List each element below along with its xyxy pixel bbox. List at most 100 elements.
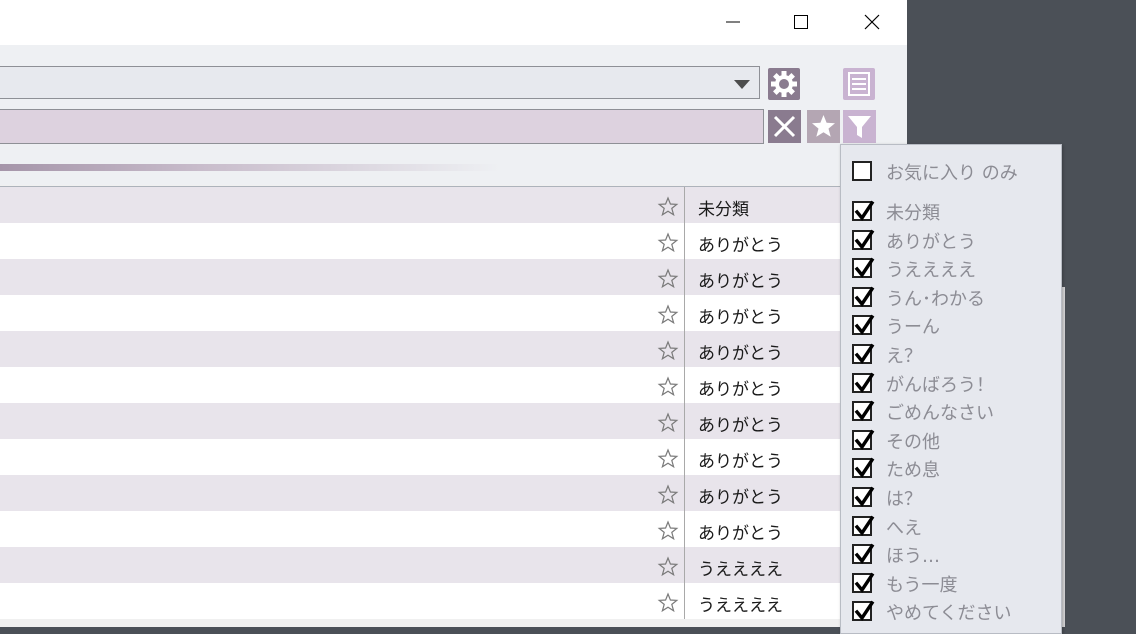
table-row[interactable]: ありがとう — [0, 439, 907, 475]
star-outline-icon[interactable] — [657, 376, 679, 398]
star-outline-icon[interactable] — [657, 556, 679, 578]
menu-button[interactable] — [843, 68, 875, 100]
row-category: ありがとう — [698, 416, 783, 436]
favorite-filter-button[interactable] — [807, 110, 840, 143]
star-outline-icon[interactable] — [657, 268, 679, 290]
checkmark-icon — [854, 200, 875, 221]
checkbox[interactable] — [852, 257, 875, 279]
filter-item-label: うーん — [886, 317, 940, 339]
filter-item-category[interactable]: ありがとう — [852, 228, 1057, 254]
column-divider — [684, 403, 685, 439]
column-divider — [684, 475, 685, 511]
table-row[interactable]: ありがとう — [0, 259, 907, 295]
star-icon — [812, 115, 835, 137]
filter-item-category[interactable]: がんばろう！ — [852, 371, 1057, 397]
star-outline-icon[interactable] — [657, 340, 679, 362]
filter-item-category[interactable]: もう一度 — [852, 571, 1057, 597]
table-row[interactable]: ありがとう — [0, 511, 907, 547]
clear-icon — [773, 115, 796, 138]
category-combo[interactable] — [0, 66, 760, 99]
star-outline-icon[interactable] — [657, 232, 679, 254]
checkmark-icon — [854, 400, 875, 422]
phrase-list[interactable]: 未分類 ありがとう ありがとう ありがとう ありがとう ありがとう ありがとう ありがとう あり… — [0, 187, 907, 619]
gear-icon — [771, 71, 797, 97]
checkbox[interactable] — [852, 315, 875, 336]
star-outline-icon[interactable] — [657, 520, 679, 542]
filter-button[interactable] — [843, 110, 876, 143]
checkbox[interactable] — [852, 601, 875, 622]
filter-item-category[interactable]: うええええ — [852, 256, 1057, 282]
checkbox[interactable] — [852, 515, 875, 536]
table-row[interactable]: うええええ — [0, 583, 907, 619]
filter-item-label: 未分類 — [886, 203, 940, 224]
close-icon — [864, 14, 880, 30]
favorites-only-checkbox[interactable]: お気に入り のみ — [852, 159, 1057, 185]
star-outline-icon[interactable] — [657, 592, 679, 614]
filter-item-category[interactable]: その他 — [852, 428, 1057, 454]
table-row[interactable]: ありがとう — [0, 223, 907, 259]
checkmark-icon — [854, 372, 875, 393]
filter-item-label: へえ — [886, 517, 922, 539]
menu-icon — [848, 72, 870, 96]
checkbox[interactable] — [852, 286, 875, 307]
filter-item-category[interactable]: うーん — [852, 313, 1057, 339]
filter-item-category[interactable]: へえ — [852, 514, 1057, 540]
table-row[interactable]: 未分類 — [0, 187, 907, 223]
clear-search-button[interactable] — [768, 110, 801, 143]
star-outline-icon[interactable] — [657, 448, 679, 470]
filter-item-label: もう一度 — [886, 574, 958, 596]
checkbox[interactable] — [852, 486, 875, 507]
table-row[interactable]: ありがとう — [0, 367, 907, 403]
checkbox[interactable] — [852, 161, 872, 181]
star-outline-icon[interactable] — [657, 196, 679, 218]
star-outline-icon[interactable] — [657, 412, 679, 434]
star-outline-icon[interactable] — [657, 484, 679, 506]
filter-item-category[interactable]: は？ — [852, 485, 1057, 511]
filter-item-category[interactable]: え？ — [852, 342, 1057, 368]
filter-item-category[interactable]: ため息 — [852, 456, 1057, 482]
checkbox[interactable] — [852, 543, 875, 565]
filter-item-label: え？ — [886, 346, 922, 367]
table-row[interactable]: ありがとう — [0, 331, 907, 367]
table-row[interactable]: ありがとう — [0, 295, 907, 331]
filter-item-label: うええええ — [886, 260, 976, 282]
filter-item-category[interactable]: やめてください — [852, 599, 1057, 625]
checkbox[interactable] — [852, 200, 875, 221]
column-divider — [684, 223, 685, 259]
column-divider — [684, 259, 685, 295]
checkbox[interactable] — [852, 229, 875, 250]
table-row[interactable]: うええええ — [0, 547, 907, 583]
filter-item-label: ため息 — [886, 460, 940, 482]
checkmark-icon — [854, 429, 875, 450]
close-button[interactable] — [842, 0, 902, 45]
star-outline-icon[interactable] — [657, 304, 679, 326]
progress-gradient — [0, 164, 500, 171]
checkbox[interactable] — [852, 429, 875, 450]
title-bar[interactable] — [0, 0, 907, 45]
filter-item-label: ごめんなさい — [886, 403, 994, 425]
column-divider — [684, 439, 685, 475]
row-category: ありがとう — [698, 344, 783, 364]
checkmark-icon — [854, 229, 875, 250]
row-category: ありがとう — [698, 452, 783, 472]
minimize-button[interactable] — [703, 0, 763, 45]
maximize-button[interactable] — [771, 0, 831, 45]
table-row[interactable]: ありがとう — [0, 475, 907, 511]
row-category: ありがとう — [698, 380, 783, 400]
filter-item-label: その他 — [886, 431, 940, 453]
checkbox[interactable] — [852, 343, 875, 364]
search-input[interactable] — [0, 109, 764, 144]
filter-item-category[interactable]: 未分類 — [852, 199, 1057, 225]
row-category: ありがとう — [698, 236, 783, 256]
checkbox[interactable] — [852, 400, 875, 422]
filter-item-category[interactable]: ごめんなさい — [852, 399, 1057, 425]
settings-button[interactable] — [768, 68, 800, 100]
checkbox[interactable] — [852, 572, 875, 593]
filter-item-category[interactable]: うん･わかる — [852, 285, 1057, 311]
filter-item-category[interactable]: ほう… — [852, 542, 1057, 568]
checkbox[interactable] — [852, 372, 875, 393]
table-row[interactable]: ありがとう — [0, 403, 907, 439]
chevron-down-icon[interactable] — [734, 80, 750, 89]
column-divider — [684, 511, 685, 547]
checkbox[interactable] — [852, 458, 875, 479]
